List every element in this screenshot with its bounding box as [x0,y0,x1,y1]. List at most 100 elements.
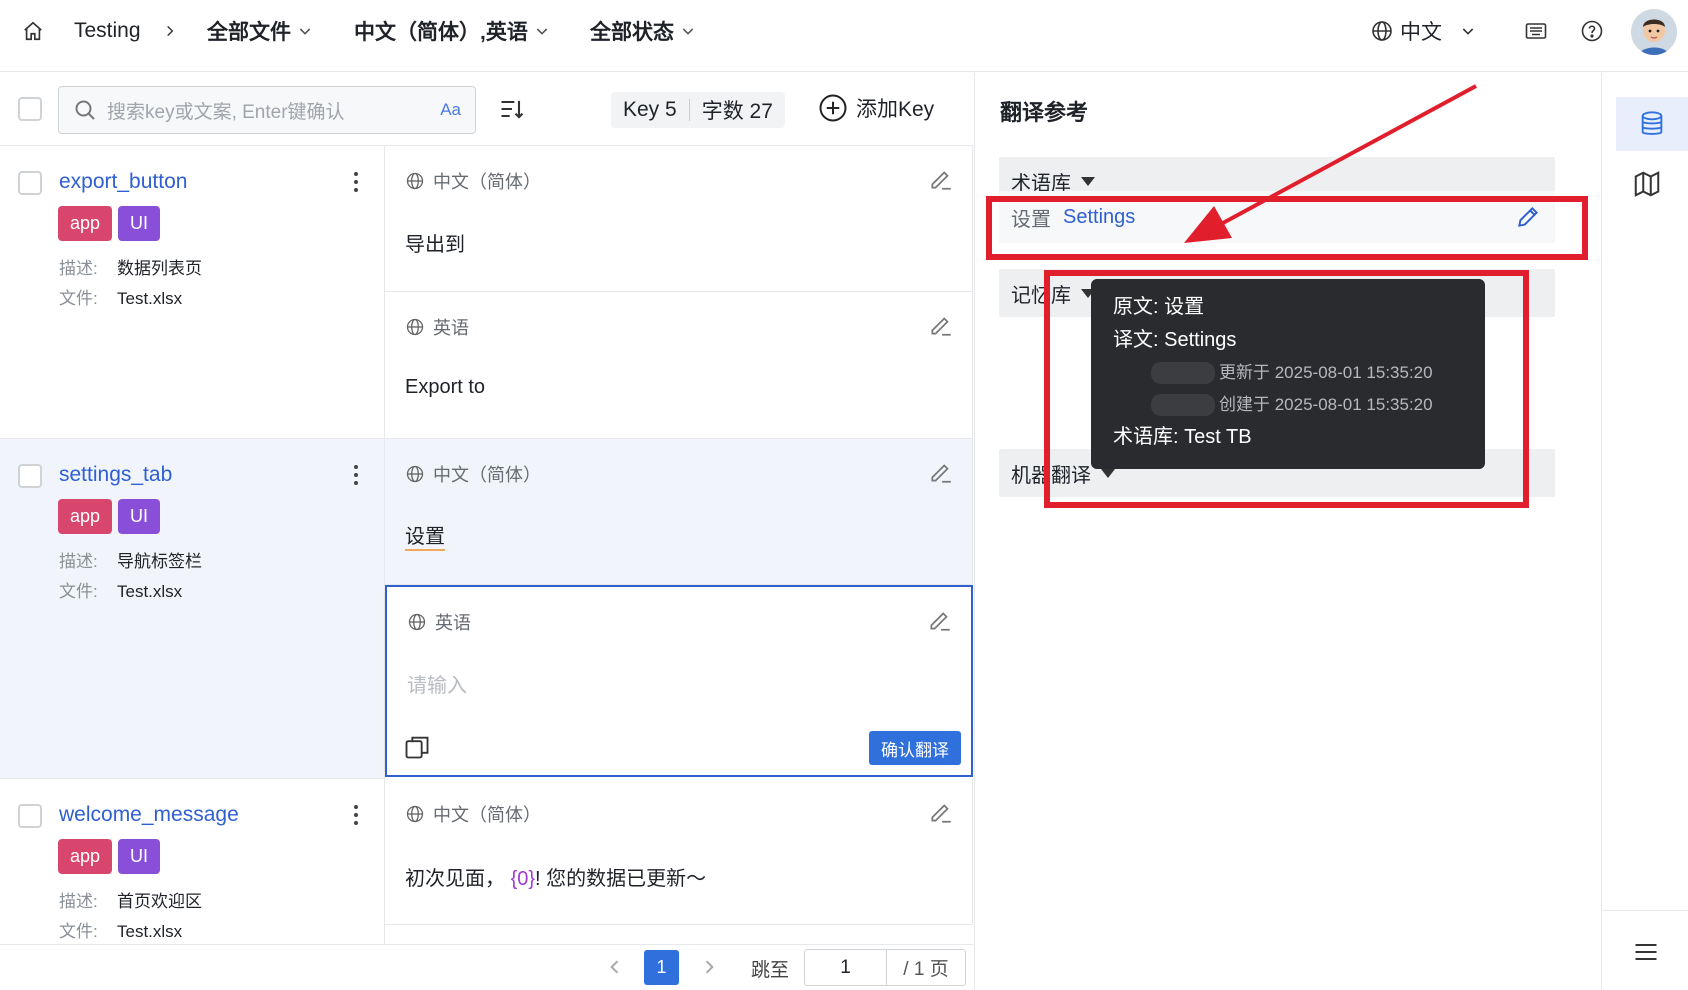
translation-text-term-highlight[interactable]: 设置 [405,520,445,551]
language-filter-label: 中文（简体）,英语 [354,21,528,44]
more-icon[interactable] [352,805,360,825]
placeholder-variable: {0} [510,868,536,890]
globe-icon [408,613,426,631]
more-icon[interactable] [352,465,360,485]
key-file: 文件: Test.xlsx [59,922,183,941]
plus-circle-icon [819,94,847,122]
add-key-label: 添加Key [856,98,935,121]
key-description: 描述: 导航标签栏 [59,552,202,571]
key-description: 描述: 数据列表页 [59,259,202,278]
key-file: 文件: Test.xlsx [59,289,183,308]
status-filter-dropdown[interactable]: 全部状态 [590,0,696,62]
key-name[interactable]: export_button [59,170,187,194]
case-sensitive-toggle[interactable]: Aa [440,100,461,120]
translation-text: 初次见面， {0}! 您的数据已更新～ [405,868,707,890]
status-filter-label: 全部状态 [590,21,674,44]
globe-icon [406,172,424,190]
help-icon[interactable] [1576,15,1608,47]
key-description: 描述: 首页欢迎区 [59,892,202,911]
translation-cell-en[interactable]: 英语 Export to [385,292,973,439]
globe-icon [406,465,424,483]
char-count: 字数 27 [701,100,773,123]
keyboard-icon[interactable] [1520,15,1552,47]
sort-icon[interactable] [498,95,526,123]
tag-app[interactable]: app [58,206,113,241]
avatar[interactable] [1631,9,1677,55]
edit-icon[interactable] [927,607,953,633]
file-filter-label: 全部文件 [207,21,291,44]
prev-page-icon[interactable] [605,957,625,977]
tag-app[interactable]: app [58,499,113,534]
language-label: 英语 [405,314,469,340]
translation-text: 导出到 [405,234,465,256]
edit-icon[interactable] [928,799,954,825]
database-icon[interactable] [1616,97,1688,151]
language-label: 中文（简体） [405,168,541,194]
file-filter-dropdown[interactable]: 全部文件 [207,0,313,62]
translation-text: Export to [405,376,486,398]
key-row-export-button[interactable]: export_button app UI 描述: 数据列表页 文件: Test.xl… [0,146,385,439]
map-icon[interactable] [1632,169,1662,199]
select-all-checkbox[interactable] [18,97,42,121]
translation-cell-zh[interactable]: 中文（简体） 初次见面， {0}! 您的数据已更新～ [385,779,973,925]
edit-icon[interactable] [928,459,954,485]
search-icon [75,100,95,120]
search-input[interactable]: 搜索key或文案, Enter键确认 [107,97,430,124]
language-filter-dropdown[interactable]: 中文（简体）,英语 [354,0,550,62]
next-page-icon[interactable] [699,957,719,977]
annotation-highlight-box [1044,270,1529,508]
add-key-button[interactable]: 添加Key [818,93,934,123]
chevron-down-icon [299,28,311,35]
edit-icon[interactable] [928,312,954,338]
pagination: 1 跳至 1 / 1 页 [0,944,973,990]
globe-icon [406,318,424,336]
jump-to-label: 跳至 [751,960,790,981]
ui-language-dropdown[interactable]: 中文 [1370,0,1476,62]
key-checkbox[interactable] [18,464,42,488]
current-page-button[interactable]: 1 [644,950,679,985]
key-count: Key 5 [623,98,677,121]
breadcrumb-separator-icon [163,0,177,62]
tag-app[interactable]: app [58,839,113,874]
chevron-down-icon [536,28,548,35]
top-bar: Testing 全部文件 中文（简体）,英语 全部状态 中文 [0,0,1688,72]
globe-icon [406,805,424,823]
translation-cell-zh[interactable]: 中文（简体） 设置 [385,439,973,585]
side-rail [1601,73,1688,990]
page-jump-value[interactable]: 1 [805,950,887,985]
tag-ui[interactable]: UI [118,206,161,241]
translation-cell-zh[interactable]: 中文（简体） 导出到 [385,146,973,292]
annotation-arrow-icon [1184,84,1477,243]
menu-icon[interactable] [1632,938,1660,966]
copy-source-icon[interactable] [403,733,431,761]
key-tags: app UI [58,499,161,534]
translation-cell-en-editing[interactable]: 英语 请输入 确认翻译 [385,585,973,777]
key-checkbox[interactable] [18,171,42,195]
home-icon[interactable] [22,0,44,62]
project-breadcrumb[interactable]: Testing [74,0,141,62]
key-checkbox[interactable] [18,804,42,828]
tag-ui[interactable]: UI [118,839,161,874]
rail-footer [1602,910,1688,990]
confirm-translation-button[interactable]: 确认翻译 [869,731,961,765]
tag-ui[interactable]: UI [118,499,161,534]
page-jump-input[interactable]: 1 / 1 页 [804,949,966,986]
language-label: 英语 [407,609,471,635]
search-box[interactable]: 搜索key或文案, Enter键确认 Aa [58,86,476,134]
translation-input[interactable]: 请输入 [407,669,467,698]
panel-title: 翻译参考 [1000,100,1089,125]
key-row-welcome-message[interactable]: welcome_message app UI 描述: 首页欢迎区 文件: Test.… [0,779,385,944]
globe-icon [1372,21,1392,41]
total-pages: / 1 页 [903,959,949,980]
key-name[interactable]: welcome_message [59,803,239,827]
key-tags: app UI [58,839,161,874]
chevron-down-icon [682,28,694,35]
more-icon[interactable] [352,172,360,192]
key-stats: Key 5 字数 27 [611,92,785,128]
key-tags: app UI [58,206,161,241]
key-row-settings-tab[interactable]: settings_tab app UI 描述: 导航标签栏 文件: Test.xls… [0,439,385,779]
chevron-down-icon [1462,28,1474,35]
key-name[interactable]: settings_tab [59,463,172,487]
ui-language-label: 中文 [1400,21,1442,44]
edit-icon[interactable] [928,166,954,192]
